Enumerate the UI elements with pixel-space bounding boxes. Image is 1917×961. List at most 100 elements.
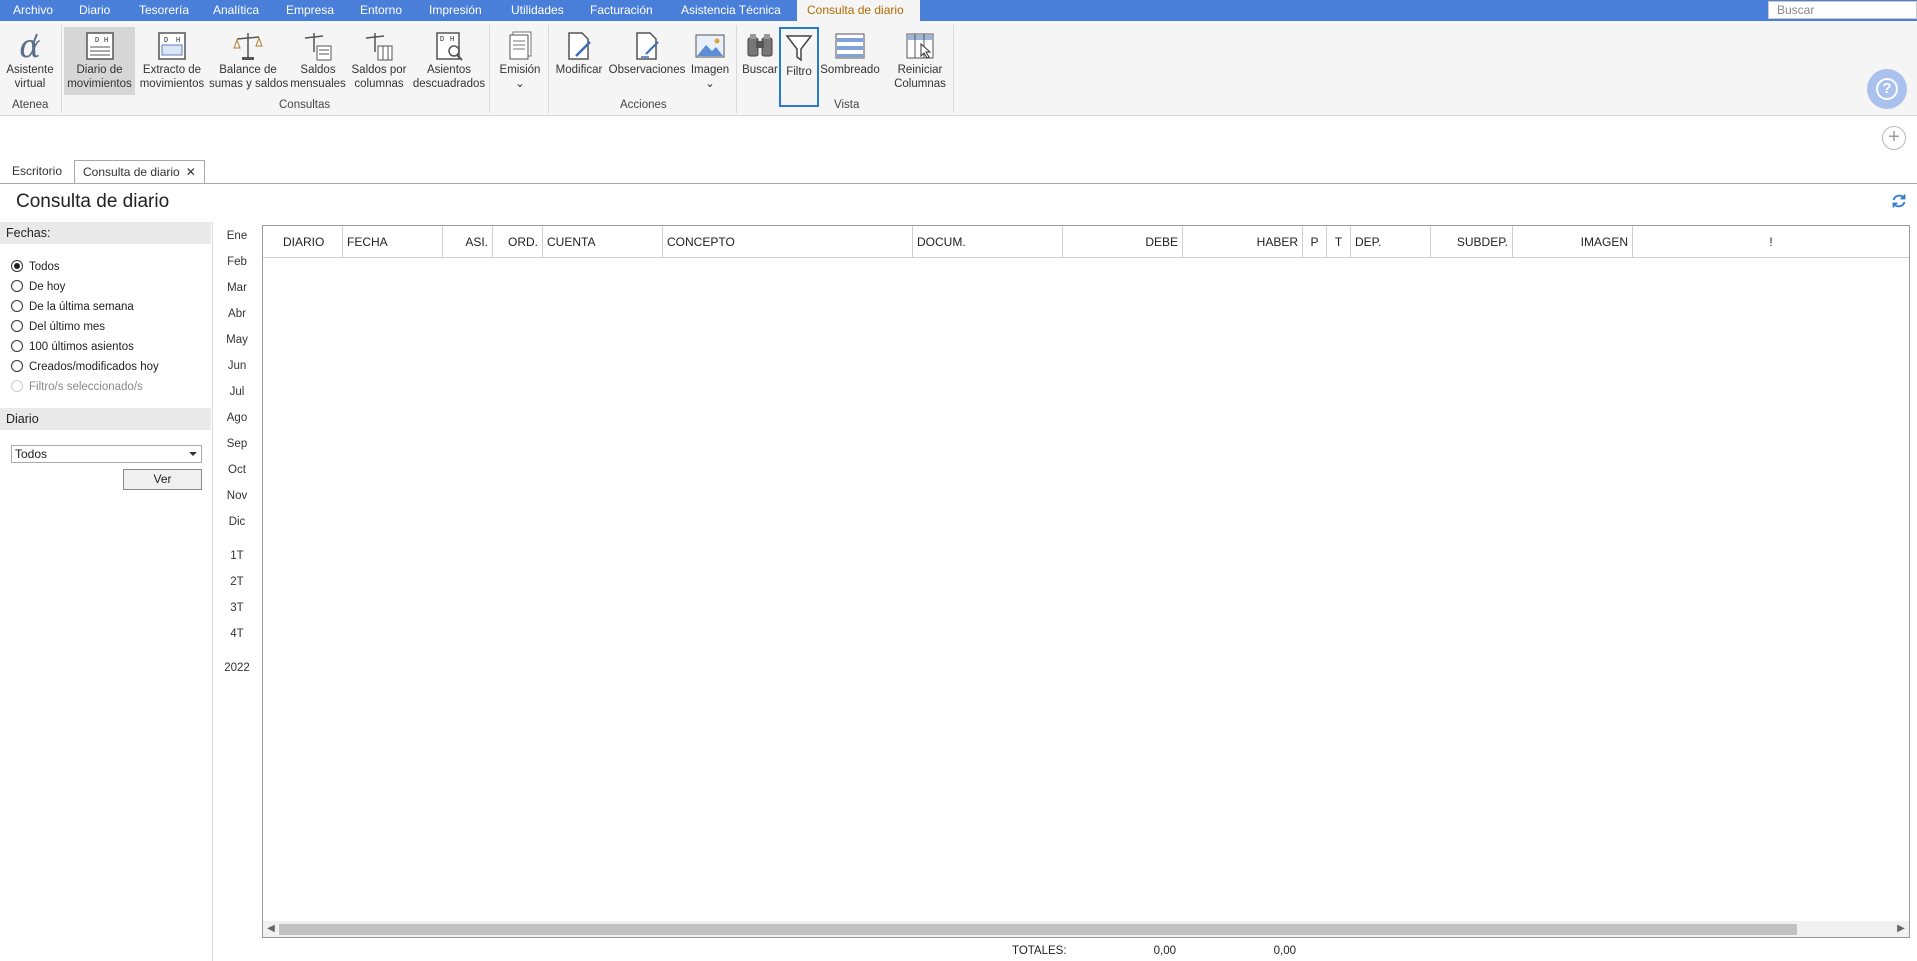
extracto-de-movimientos-button[interactable]: D H Extracto de movimientos bbox=[137, 27, 207, 95]
ribbon-divider bbox=[489, 25, 490, 113]
month-ene[interactable]: Ene bbox=[218, 227, 256, 245]
radio-de-hoy[interactable]: De hoy bbox=[11, 278, 65, 296]
radio-ultima-semana[interactable]: De la última semana bbox=[11, 298, 134, 316]
menu-impresion[interactable]: Impresión bbox=[429, 0, 482, 21]
reset-columns-icon bbox=[906, 33, 934, 59]
month-mar[interactable]: Mar bbox=[218, 279, 256, 297]
scale-icon bbox=[233, 33, 263, 60]
radio-button[interactable] bbox=[11, 320, 23, 332]
column-docum[interactable]: DOCUM. bbox=[913, 226, 1063, 258]
scroll-left-icon[interactable]: ◀ bbox=[265, 923, 277, 935]
radio-button[interactable] bbox=[11, 360, 23, 372]
column-debe[interactable]: DEBE bbox=[1063, 226, 1183, 258]
question-icon: ? bbox=[1876, 78, 1898, 100]
menu-facturacion[interactable]: Facturación bbox=[590, 0, 653, 21]
month-may[interactable]: May bbox=[218, 331, 256, 349]
diario-select[interactable]: Todos bbox=[11, 445, 202, 463]
menu-empresa[interactable]: Empresa bbox=[286, 0, 334, 21]
radio-ultimo-mes[interactable]: Del último mes bbox=[11, 318, 105, 336]
menu-utilidades[interactable]: Utilidades bbox=[511, 0, 564, 21]
horizontal-scrollbar[interactable]: ◀ ▶ bbox=[263, 921, 1909, 937]
scroll-right-icon[interactable]: ▶ bbox=[1895, 923, 1907, 935]
column-asi[interactable]: ASI. bbox=[443, 226, 493, 258]
column-t[interactable]: T bbox=[1327, 226, 1351, 258]
radio-button[interactable] bbox=[11, 340, 23, 352]
close-icon[interactable]: ✕ bbox=[186, 165, 196, 179]
month-jul[interactable]: Jul bbox=[218, 383, 256, 401]
diario-de-movimientos-button[interactable]: D H Diario de movimientos bbox=[64, 27, 135, 95]
radio-todos[interactable]: Todos bbox=[11, 258, 60, 276]
asientos-descuadrados-button[interactable]: D H Asientos descuadrados bbox=[412, 27, 486, 95]
sombreado-button[interactable]: Sombreado bbox=[820, 27, 880, 95]
year-2022[interactable]: 2022 bbox=[218, 659, 256, 677]
menu-diario[interactable]: Diario bbox=[79, 0, 110, 21]
observaciones-button[interactable]: Observaciones bbox=[607, 27, 687, 95]
quarter-2t[interactable]: 2T bbox=[218, 573, 256, 591]
menu-consulta-de-diario[interactable]: Consulta de diario bbox=[797, 0, 920, 21]
help-button[interactable]: ? bbox=[1867, 69, 1907, 109]
imagen-button[interactable]: Imagen ⌄ bbox=[688, 27, 732, 95]
filtro-button[interactable]: Filtro bbox=[779, 27, 819, 107]
menu-asistencia-tecnica[interactable]: Asistencia Técnica bbox=[681, 0, 781, 21]
column-diario[interactable]: DIARIO bbox=[263, 226, 343, 258]
emision-button[interactable]: Emisión ⌄ bbox=[494, 27, 546, 95]
tab-escritorio[interactable]: Escritorio bbox=[12, 160, 62, 184]
quarter-3t[interactable]: 3T bbox=[218, 599, 256, 617]
month-feb[interactable]: Feb bbox=[218, 253, 256, 271]
month-dic[interactable]: Dic bbox=[218, 513, 256, 531]
svg-text:H: H bbox=[104, 36, 108, 44]
buscar-button[interactable]: Buscar bbox=[741, 27, 779, 95]
totals-label: TOTALES: bbox=[1012, 945, 1067, 957]
saldos-por-columnas-button[interactable]: Saldos por columnas bbox=[348, 27, 410, 95]
radio-filtros-seleccionados: Filtro/s seleccionado/s bbox=[11, 378, 143, 396]
balance-sumas-saldos-button[interactable]: Balance de sumas y saldos bbox=[209, 27, 288, 95]
column-concepto[interactable]: CONCEPTO bbox=[663, 226, 913, 258]
column-dep[interactable]: DEP. bbox=[1351, 226, 1431, 258]
grid-header: DIARIO FECHA ASI. ORD. CUENTA CONCEPTO D… bbox=[263, 226, 1909, 258]
month-oct[interactable]: Oct bbox=[218, 461, 256, 479]
shaded-rows-icon bbox=[835, 33, 865, 59]
menu-tesoreria[interactable]: Tesorería bbox=[139, 0, 189, 21]
saldos-mensuales-button[interactable]: Saldos mensuales bbox=[290, 27, 346, 95]
column-alert[interactable]: ! bbox=[1633, 226, 1909, 258]
column-fecha[interactable]: FECHA bbox=[343, 226, 443, 258]
binoculars-icon bbox=[747, 34, 773, 57]
column-imagen[interactable]: IMAGEN bbox=[1513, 226, 1633, 258]
radio-100-ultimos[interactable]: 100 últimos asientos bbox=[11, 338, 134, 356]
menu-analitica[interactable]: Analítica bbox=[213, 0, 259, 21]
month-ago[interactable]: Ago bbox=[218, 409, 256, 427]
funnel-icon bbox=[785, 35, 813, 62]
asistente-virtual-button[interactable]: α Asistente virtual bbox=[4, 27, 56, 95]
svg-text:D: D bbox=[440, 35, 444, 43]
column-p[interactable]: P bbox=[1303, 226, 1327, 258]
tab-consulta-de-diario[interactable]: Consulta de diario ✕ bbox=[74, 160, 205, 184]
month-abr[interactable]: Abr bbox=[218, 305, 256, 323]
menu-entorno[interactable]: Entorno bbox=[360, 0, 402, 21]
column-subdep[interactable]: SUBDEP. bbox=[1431, 226, 1513, 258]
image-icon bbox=[695, 34, 725, 58]
radio-button[interactable] bbox=[11, 280, 23, 292]
quarter-1t[interactable]: 1T bbox=[218, 547, 256, 565]
quarter-4t[interactable]: 4T bbox=[218, 625, 256, 643]
month-jun[interactable]: Jun bbox=[218, 357, 256, 375]
monthly-balance-icon bbox=[304, 33, 332, 61]
scrollbar-thumb[interactable] bbox=[279, 924, 1797, 935]
column-ord[interactable]: ORD. bbox=[493, 226, 543, 258]
radio-creados-modificados-hoy[interactable]: Creados/modificados hoy bbox=[11, 358, 159, 376]
chevron-down-icon: ⌄ bbox=[515, 78, 525, 90]
search-input[interactable]: Buscar bbox=[1768, 1, 1917, 19]
modificar-button[interactable]: Modificar bbox=[553, 27, 605, 95]
column-haber[interactable]: HABER bbox=[1183, 226, 1303, 258]
radio-button[interactable] bbox=[11, 300, 23, 312]
reiniciar-columnas-button[interactable]: Reiniciar Columnas bbox=[889, 27, 951, 95]
column-cuenta[interactable]: CUENTA bbox=[543, 226, 663, 258]
month-nov[interactable]: Nov bbox=[218, 487, 256, 505]
refresh-icon[interactable] bbox=[1891, 193, 1907, 209]
ver-button[interactable]: Ver bbox=[123, 469, 202, 490]
add-tab-button[interactable]: + bbox=[1882, 126, 1906, 150]
radio-button[interactable] bbox=[11, 260, 23, 272]
month-sep[interactable]: Sep bbox=[218, 435, 256, 453]
journal-grid[interactable]: DIARIO FECHA ASI. ORD. CUENTA CONCEPTO D… bbox=[262, 225, 1910, 938]
menu-archivo[interactable]: Archivo bbox=[13, 0, 53, 21]
page-title: Consulta de diario bbox=[16, 191, 170, 212]
